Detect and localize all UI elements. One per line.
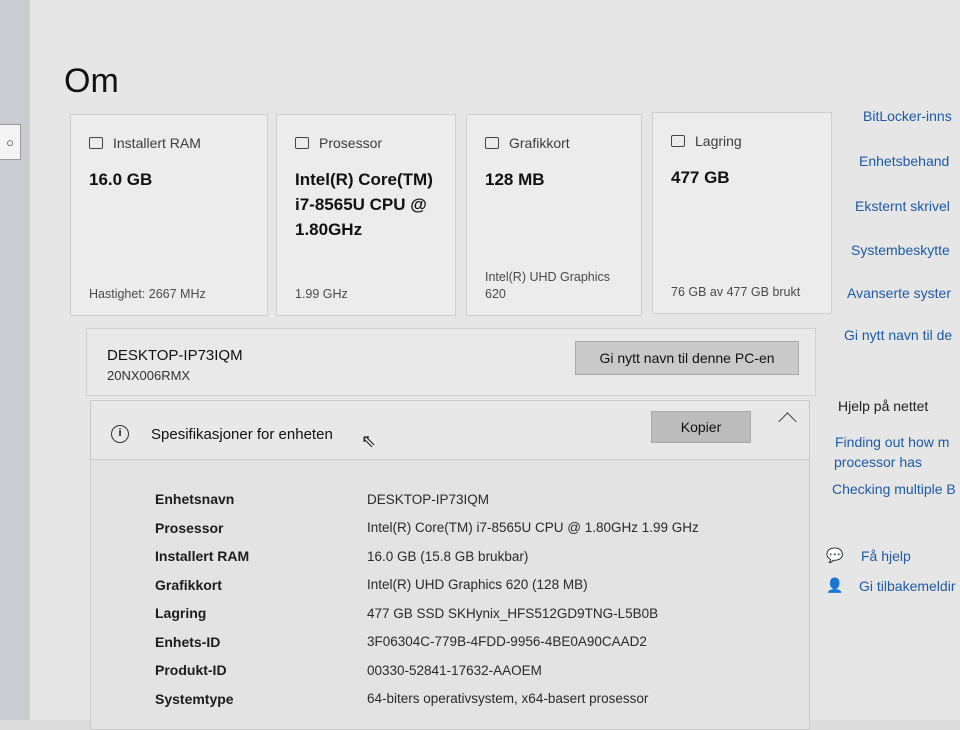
info-icon: i: [111, 425, 129, 443]
help-link-processor-cont[interactable]: processor has: [834, 454, 922, 470]
search-glyph: ○: [6, 134, 14, 150]
card-installed-ram: Installert RAM 16.0 GB Hastighet: 2667 M…: [70, 114, 268, 316]
mouse-cursor-icon: ⇖: [361, 431, 377, 451]
device-name-row: DESKTOP-IP73IQM 20NX006RMX Gi nytt navn …: [86, 328, 816, 396]
processor-icon: [295, 137, 309, 149]
spec-value: 477 GB SSD SKHynix_HFS512GD9TNG-L5B0B: [367, 605, 659, 621]
spec-row: Systemtype 64-biters operativsystem, x64-…: [155, 685, 789, 714]
link-remote-desktop[interactable]: Eksternt skrivel: [855, 198, 950, 214]
link-advanced-system[interactable]: Avanserte syster: [847, 285, 951, 301]
spec-key: Systemtype: [155, 690, 234, 707]
card-label: Installert RAM: [113, 135, 201, 151]
spec-row: Enhets-ID 3F06304C-779B-4FDD-9956-4BE0A90…: [155, 628, 789, 657]
spec-value: 64-biters operativsystem, x64-basert pro…: [367, 691, 649, 707]
spec-key: Prosessor: [155, 519, 224, 536]
spec-key: Grafikkort: [155, 576, 222, 593]
spec-value: 3F06304C-779B-4FDD-9956-4BE0A90CAAD2: [367, 634, 647, 650]
spec-row: Produkt-ID 00330-52841-17632-AAOEM: [155, 656, 789, 685]
card-value: 16.0 GB: [89, 170, 153, 189]
rename-pc-button[interactable]: Gi nytt navn til denne PC-en: [575, 341, 799, 375]
card-label: Grafikkort: [509, 135, 570, 151]
spec-key: Installert RAM: [155, 548, 250, 565]
search-icon[interactable]: ○: [0, 124, 21, 160]
graphics-card-icon: [485, 137, 499, 149]
spec-value: 00330-52841-17632-AAOEM: [367, 662, 542, 678]
card-value: 477 GB: [671, 168, 730, 187]
specs-title: Spesifikasjoner for enheten: [151, 426, 333, 443]
card-header: Installert RAM: [89, 135, 201, 151]
memory-icon: [89, 137, 103, 149]
card-storage: Lagring 477 GB 76 GB av 477 GB brukt: [652, 112, 832, 314]
spec-row: Installert RAM 16.0 GB (15.8 GB brukbar): [155, 542, 789, 571]
spec-value: Intel(R) Core(TM) i7-8565U CPU @ 1.80GHz…: [367, 520, 699, 536]
link-rename-pc[interactable]: Gi nytt navn til de: [844, 327, 952, 343]
feedback-icon: 👤: [826, 577, 844, 593]
card-footnote: Intel(R) UHD Graphics 620: [485, 270, 611, 301]
link-device-manager[interactable]: Enhetsbehand: [859, 153, 949, 169]
device-specs-panel: i Spesifikasjoner for enheten ⇖ Kopier E…: [90, 400, 810, 730]
spec-key: Enhets-ID: [155, 633, 221, 650]
get-help-link[interactable]: Få hjelp: [861, 548, 911, 564]
specs-header[interactable]: i Spesifikasjoner for enheten ⇖ Kopier: [91, 401, 809, 460]
card-label: Prosessor: [319, 135, 383, 151]
spec-key: Lagring: [155, 605, 207, 622]
spec-row: Prosessor Intel(R) Core(TM) i7-8565U CPU …: [155, 514, 789, 543]
specs-list: Enhetsnavn DESKTOP-IP73IQM Prosessor Intel…: [155, 485, 789, 713]
help-link-checking[interactable]: Checking multiple B: [832, 481, 956, 497]
feedback-link[interactable]: Gi tilbakemeldir: [859, 578, 955, 594]
spec-value: 16.0 GB (15.8 GB brukbar): [367, 548, 529, 564]
card-footnote: 1.99 GHz: [295, 287, 348, 301]
help-heading: Hjelp på nettet: [838, 398, 929, 414]
spec-row: Lagring 477 GB SSD SKHynix_HFS512GD9TNG-L…: [155, 599, 789, 628]
card-footnote: Hastighet: 2667 MHz: [89, 287, 206, 301]
storage-icon: [671, 135, 685, 147]
card-processor: Prosessor Intel(R) Core(TM) i7-8565U CPU…: [276, 114, 456, 316]
get-help-icon: 💬: [826, 547, 844, 563]
related-settings: BitLocker-inns Enhetsbehand Eksternt skr…: [826, 0, 960, 720]
page-title: Om: [64, 62, 119, 100]
chevron-up-icon[interactable]: [778, 412, 797, 431]
card-value: Intel(R) Core(TM) i7-8565U CPU @ 1.80GHz: [295, 170, 433, 239]
device-model: 20NX006RMX: [107, 368, 191, 383]
spec-key: Produkt-ID: [155, 662, 227, 679]
link-bitlocker[interactable]: BitLocker-inns: [863, 108, 952, 124]
card-header: Lagring: [671, 133, 742, 149]
card-header: Prosessor: [295, 135, 382, 151]
settings-window: Om Installert RAM 16.0 GB Hastighet: 266…: [30, 0, 960, 730]
link-system-protection[interactable]: Systembeskytte: [851, 242, 950, 258]
card-footnote: 76 GB av 477 GB brukt: [671, 285, 801, 299]
device-name: DESKTOP-IP73IQM: [107, 347, 243, 364]
spec-row: Grafikkort Intel(R) UHD Graphics 620 (128…: [155, 571, 789, 600]
card-graphics: Grafikkort 128 MB Intel(R) UHD Graphics …: [466, 114, 642, 316]
card-header: Grafikkort: [485, 135, 570, 151]
spec-value: DESKTOP-IP73IQM: [367, 491, 490, 507]
spec-row: Enhetsnavn DESKTOP-IP73IQM: [155, 485, 789, 514]
card-label: Lagring: [695, 133, 742, 149]
spec-value: Intel(R) UHD Graphics 620 (128 MB): [367, 577, 588, 593]
help-link-processor[interactable]: Finding out how m: [835, 434, 949, 450]
spec-key: Enhetsnavn: [155, 491, 235, 508]
card-value: 128 MB: [485, 170, 545, 189]
background-window-strip: [0, 0, 31, 720]
copy-button[interactable]: Kopier: [651, 411, 751, 443]
